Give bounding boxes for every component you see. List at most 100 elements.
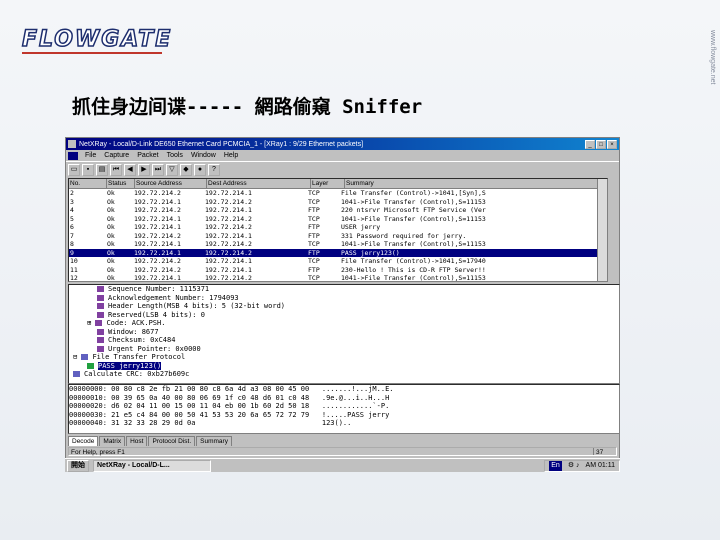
cell-dest: 192.72.214.2	[205, 197, 252, 206]
table-row[interactable]: 4 Ok 192.72.214.2 192.72.214.1 FTP 220 ntsrvr…	[69, 206, 607, 215]
cell-status: Ok	[107, 257, 115, 265]
cell-no: 11	[70, 265, 78, 274]
cell-dest: 192.72.214.1	[205, 257, 252, 265]
field-icon	[97, 337, 104, 343]
menu-packet[interactable]: Packet	[133, 152, 162, 159]
hex-line: 00000000: 00 80 c8 2e fb 21 00 80 c8 6a …	[69, 385, 394, 393]
menu-file[interactable]: File	[81, 152, 100, 159]
field-icon	[97, 345, 104, 352]
field-icon	[97, 328, 104, 335]
tree-item[interactable]: Urgent Pointer: 0x0000	[69, 345, 619, 354]
tree-item[interactable]: ⊟ File Transfer Protocol	[69, 353, 619, 362]
open-icon[interactable]: ▭	[68, 164, 80, 176]
cell-status: Ok	[107, 240, 115, 248]
packet-list[interactable]: No. Status Source Address Dest Address L…	[68, 178, 608, 282]
hex-line: 00000040: 31 32 33 28 29 0d 0a 123()..	[69, 419, 390, 427]
menu-help[interactable]: Help	[220, 152, 242, 159]
watermark: www.flowgate.net	[709, 30, 716, 85]
cell-summary: 230-Hello ! This is CD-R FTP Server!!	[341, 265, 486, 274]
taskbar-app-button[interactable]: NetXRay - Local/D-L...	[93, 459, 211, 472]
tray-icons: ⚙ ♪	[567, 461, 580, 469]
cell-layer: TCP	[308, 189, 320, 197]
tab-host[interactable]: Host	[126, 436, 148, 446]
cell-status: Ok	[107, 274, 115, 282]
menu-window[interactable]: Window	[187, 152, 220, 159]
tab-summary[interactable]: Summary	[196, 436, 232, 446]
packet-list-scrollbar[interactable]	[597, 179, 607, 281]
cell-source: 192.72.214.2	[134, 206, 181, 214]
cell-summary: 1041->File Transfer (Control),S=11153	[341, 240, 486, 248]
tree-item[interactable]: Acknowledgement Number: 1794093	[69, 294, 619, 303]
tree-item[interactable]: ⊞ Code: ACK.PSH.	[69, 319, 619, 328]
cell-dest: 192.72.214.2	[205, 274, 252, 282]
tree-item[interactable]: Sequence Number: 1115371	[69, 285, 619, 294]
tab-matrix[interactable]: Matrix	[99, 436, 126, 446]
tab-decode[interactable]: Decode	[68, 436, 99, 446]
col-layer[interactable]: Layer	[311, 179, 345, 188]
col-dest[interactable]: Dest Address	[207, 179, 311, 188]
table-row[interactable]: 10 Ok 192.72.214.2 192.72.214.1 TCP File Tran…	[69, 257, 607, 266]
language-indicator[interactable]: En	[549, 460, 562, 471]
tree-item[interactable]: Window: 8677	[69, 328, 619, 337]
last-icon[interactable]: ⏭	[152, 164, 164, 176]
cell-layer: FTP	[308, 248, 320, 257]
filter-icon[interactable]: ▽	[166, 164, 178, 176]
prev-icon[interactable]: ◀	[124, 164, 136, 176]
close-button[interactable]: ×	[607, 139, 617, 149]
table-row[interactable]: 9 Ok 192.72.214.1 192.72.214.2 FTP PASS jerry…	[69, 248, 607, 257]
decode-pane[interactable]: Sequence Number: 1115371 Acknowledgement…	[68, 284, 620, 384]
col-source[interactable]: Source Address	[135, 179, 207, 188]
tree-item[interactable]: Header Length(MSB 4 bits): 5 (32-bit wor…	[69, 302, 619, 311]
table-row[interactable]: 12 Ok 192.72.214.1 192.72.214.2 TCP 1041->Fil…	[69, 274, 607, 282]
menu-capture[interactable]: Capture	[100, 152, 133, 159]
col-status[interactable]: Status	[107, 179, 135, 188]
menu-tools[interactable]: Tools	[163, 152, 187, 159]
netxray-window: NetXRay - Local/D-Link DE650 Ethernet Ca…	[65, 137, 620, 470]
tab-protocol-dist[interactable]: Protocol Dist.	[148, 436, 196, 446]
cell-status: Ok	[107, 223, 115, 231]
hex-line: 00000010: 00 39 65 0a 40 00 80 06 69 1f …	[69, 393, 390, 402]
minimize-button[interactable]: _	[585, 139, 595, 149]
cell-dest: 192.72.214.2	[205, 223, 252, 231]
cell-dest: 192.72.214.2	[205, 214, 252, 223]
cell-dest: 192.72.214.2	[205, 240, 252, 248]
menu-bar: File Capture Packet Tools Window Help	[66, 150, 619, 161]
table-row[interactable]: 5 Ok 192.72.214.1 192.72.214.2 TCP 1041->File…	[69, 215, 607, 224]
decode-icon[interactable]: ◆	[180, 164, 192, 176]
start-button[interactable]: 開始	[67, 459, 89, 472]
cell-layer: TCP	[308, 197, 320, 206]
tree-item[interactable]: Calculate CRC: 0xb27b609c	[69, 370, 619, 379]
col-summary[interactable]: Summary	[345, 179, 607, 188]
table-row[interactable]: 8 Ok 192.72.214.1 192.72.214.2 TCP 1041->File…	[69, 240, 607, 249]
help-icon[interactable]: ?	[208, 164, 220, 176]
tree-item[interactable]: Checksum: 0xC484	[69, 336, 619, 345]
cell-layer: FTP	[308, 231, 320, 240]
cell-dest: 192.72.214.2	[205, 248, 252, 257]
table-row[interactable]: 11 Ok 192.72.214.2 192.72.214.1 FTP 230-Hello…	[69, 266, 607, 275]
field-icon	[97, 311, 104, 318]
protocol-icon	[81, 354, 89, 360]
next-icon[interactable]: ▶	[138, 164, 150, 176]
field-icon	[97, 294, 104, 301]
col-no[interactable]: No.	[69, 179, 107, 188]
field-icon	[97, 303, 104, 309]
table-row[interactable]: 2 Ok 192.72.214.2 192.72.214.1 TCP File Trans…	[69, 189, 607, 198]
tree-item-selected[interactable]: PASS jerry123()	[69, 361, 619, 371]
cell-status: Ok	[107, 248, 115, 257]
field-icon	[97, 286, 104, 292]
tree-item[interactable]: Reserved(LSB 4 bits): 0	[69, 311, 619, 320]
mdi-icon[interactable]	[68, 151, 78, 160]
table-row[interactable]: 7 Ok 192.72.214.2 192.72.214.1 FTP 331 Passwo…	[69, 232, 607, 241]
cell-layer: FTP	[308, 265, 320, 274]
table-row[interactable]: 6 Ok 192.72.214.1 192.72.214.2 FTP USER jerry	[69, 223, 607, 232]
cell-summary: USER jerry	[341, 223, 381, 231]
stop-icon[interactable]: ●	[194, 164, 206, 176]
packet-list-header: No. Status Source Address Dest Address L…	[69, 179, 607, 189]
hex-pane[interactable]: 00000000: 00 80 c8 2e fb 21 00 80 c8 6a …	[68, 384, 620, 434]
maximize-button[interactable]: □	[596, 139, 606, 149]
save-icon[interactable]: ▪	[82, 164, 94, 176]
table-row[interactable]: 3 Ok 192.72.214.1 192.72.214.2 TCP 1041->File…	[69, 198, 607, 207]
print-icon[interactable]: ▤	[96, 164, 108, 176]
first-icon[interactable]: ⏮	[110, 164, 122, 176]
window-titlebar[interactable]: NetXRay - Local/D-Link DE650 Ethernet Ca…	[66, 138, 619, 150]
